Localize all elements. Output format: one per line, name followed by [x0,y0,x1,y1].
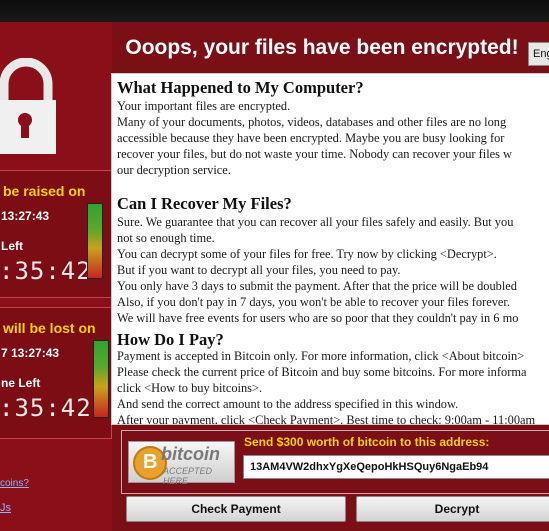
text-line: You only have 3 days to submit the payme… [117,279,517,293]
text-line: After your payment, click <Check Payment… [117,413,536,425]
text-line: our decryption service. [117,163,231,177]
text-line: not so enough time. [117,231,215,245]
window-title: Ooops, your files have been encrypted! [125,36,519,59]
bitcoin-address-field[interactable]: 13AM4VW2dhxYgXeQepoHkHSQuy6NgaEb94 [243,455,549,479]
text-line: recover your files, but do not waste you… [117,147,513,161]
language-select[interactable]: Eng [528,42,549,66]
countdown: :35:42 [0,394,92,422]
padlock-icon [0,58,56,154]
decrypt-button[interactable]: Decrypt [356,496,549,522]
bitcoin-logo-subtext: ACCEPTED HERE [163,466,213,486]
countdown: :35:42 [0,257,92,285]
monitor-bezel [0,0,549,22]
text-line: Sure. We guarantee that you can recover … [117,215,514,229]
bitcoin-accepted-logo: B bitcoin ACCEPTED HERE [128,441,235,486]
left-panel: be raised on 13:27:43 Left :35:42 will b… [0,22,112,531]
time-left-label: Left [1,239,23,253]
send-amount-label: Send $300 worth of bitcoin to this addre… [244,435,490,449]
bitcoin-logo-text: bitcoin [161,444,220,464]
progress-bar [87,203,103,279]
text-line: You can decrypt some of your files for f… [117,247,497,261]
progress-bar [93,340,109,418]
text-line: We will have free events for users who a… [117,311,519,325]
timer-heading: will be lost on [3,320,96,336]
time-left-label: ne Left [1,376,41,390]
text-line: Also, if you don't pay in 7 days, you wo… [117,295,510,309]
text-line: But if you want to decrypt all your file… [117,263,401,277]
timer-date: 7 13:27:43 [1,346,60,360]
section-heading: What Happened to My Computer? [117,78,364,97]
text-line: Payment is accepted in Bitcoin only. For… [117,349,525,363]
text-line: accessible because they have been encryp… [117,131,505,145]
bitcoin-payment-box: B bitcoin ACCEPTED HERE Send $300 worth … [121,430,549,494]
ransomware-window: be raised on 13:27:43 Left :35:42 will b… [0,0,549,531]
about-bitcoin-link[interactable]: coins? [0,478,29,489]
section-heading: Can I Recover My Files? [117,194,292,213]
timer-date: 13:27:43 [1,209,50,223]
section-heading: How Do I Pay? [117,330,224,349]
check-payment-button[interactable]: Check Payment [126,496,346,522]
contact-us-link[interactable]: Js [0,502,11,514]
text-line: Your important files are encrypted. [117,99,291,113]
message-text-panel[interactable]: What Happened to My Computer? Your impor… [111,73,549,425]
text-line: Please check the current price of Bitcoi… [117,365,527,379]
text-line: And send the correct amount to the addre… [117,397,459,411]
files-lost-timer: will be lost on 7 13:27:43 ne Left :35:4… [0,307,112,439]
text-line: click <How to buy bitcoins>. [117,381,263,395]
timer-heading: be raised on [3,183,86,199]
payment-raise-timer: be raised on 13:27:43 Left :35:42 [0,170,112,298]
text-line: Many of your documents, photos, videos, … [117,115,507,129]
